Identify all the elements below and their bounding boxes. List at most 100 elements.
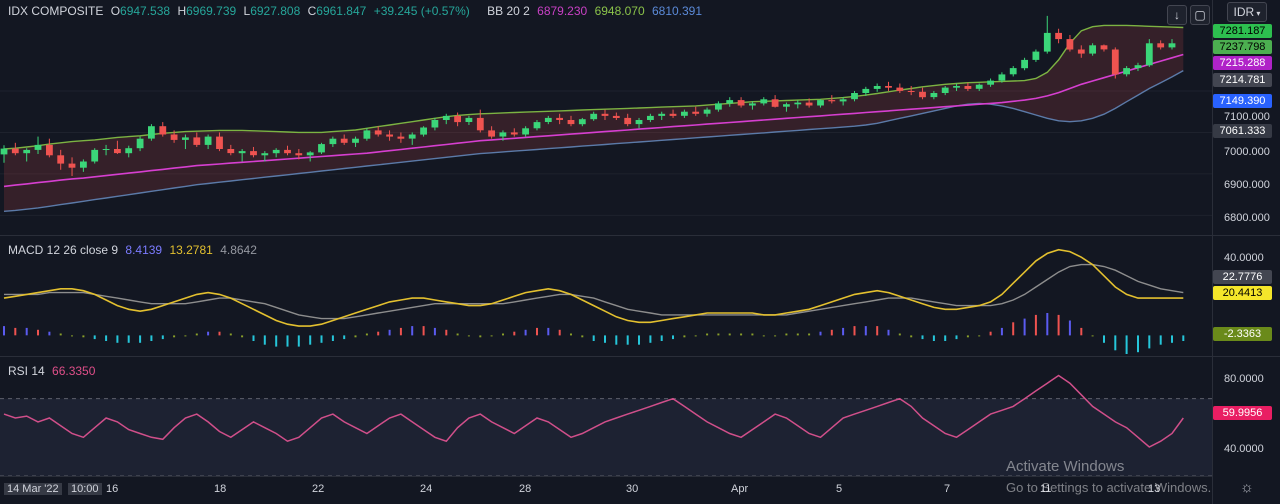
macd-label-macd: 20.4413 bbox=[1213, 286, 1272, 300]
candle-body bbox=[590, 113, 598, 120]
candle-body bbox=[896, 87, 904, 91]
macd-histogram-bar bbox=[161, 335, 164, 340]
macd-histogram-bar bbox=[955, 335, 958, 340]
time-label: 28 bbox=[519, 483, 532, 495]
candle-body bbox=[431, 120, 439, 128]
macd-histogram-bar bbox=[116, 335, 119, 343]
macd-histogram-bar bbox=[1159, 335, 1162, 345]
macd-histogram-bar bbox=[717, 333, 720, 336]
macd-histogram-bar bbox=[740, 333, 743, 336]
macd-histogram-bar bbox=[524, 329, 527, 336]
currency-selector[interactable]: IDR ▾ bbox=[1227, 2, 1267, 22]
candle-body bbox=[907, 91, 915, 92]
fullscreen-icon[interactable]: ▢ bbox=[1190, 5, 1210, 25]
candle-body bbox=[975, 84, 983, 89]
candle-body bbox=[261, 153, 269, 156]
candle-body bbox=[556, 117, 563, 120]
rsi-label[interactable]: RSI 14 bbox=[8, 364, 45, 378]
macd-histogram-bar bbox=[1034, 314, 1037, 336]
candle-body bbox=[1089, 45, 1096, 54]
macd-histogram-bar bbox=[320, 335, 323, 343]
macd-histogram-bar bbox=[706, 333, 709, 336]
macd-histogram-bar bbox=[513, 331, 516, 336]
macd-hist-value: 8.4139 bbox=[125, 243, 163, 257]
candle-body bbox=[839, 99, 847, 102]
candle-body bbox=[295, 153, 303, 156]
macd-histogram-bar bbox=[1137, 335, 1139, 353]
candle-body bbox=[737, 100, 745, 106]
macd-histogram-bar bbox=[456, 333, 459, 336]
macd-histogram-bar bbox=[864, 326, 867, 336]
time-label: 16 bbox=[106, 483, 119, 495]
price-label-bb-basis: 7215.288 bbox=[1213, 56, 1272, 70]
candle-body bbox=[930, 93, 938, 98]
candle-body bbox=[567, 120, 575, 125]
candle-body bbox=[170, 134, 178, 140]
price-pane bbox=[0, 0, 1212, 235]
candle-body bbox=[340, 138, 348, 143]
candle-body bbox=[658, 113, 666, 116]
candle-body bbox=[1043, 32, 1051, 52]
macd-histogram-bar bbox=[241, 335, 244, 338]
macd-histogram-bar bbox=[365, 333, 368, 336]
candle-body bbox=[454, 115, 461, 123]
macd-histogram-bar bbox=[558, 329, 561, 336]
candle-body bbox=[272, 149, 280, 154]
candle-body bbox=[1123, 68, 1130, 75]
macd-histogram-bar bbox=[275, 335, 278, 347]
candle-body bbox=[408, 134, 416, 139]
macd-label[interactable]: MACD 12 26 close 9 bbox=[8, 243, 118, 257]
macd-histogram-bar bbox=[502, 333, 504, 336]
price-tick: 6900.000 bbox=[1224, 179, 1270, 191]
macd-legend: MACD 12 26 close 9 8.4139 13.2781 4.8642 bbox=[8, 243, 261, 257]
macd-histogram-bar bbox=[944, 335, 947, 341]
macd-line-value: 13.2781 bbox=[169, 243, 213, 257]
bb-upper-value: 6948.070 bbox=[594, 4, 645, 18]
macd-histogram-bar bbox=[479, 335, 482, 338]
rsi-value: 66.3350 bbox=[52, 364, 96, 378]
candle-body bbox=[250, 151, 257, 156]
macd-histogram-bar bbox=[1080, 327, 1083, 336]
candle-body bbox=[182, 137, 189, 140]
candle-body bbox=[715, 103, 722, 110]
candle-body bbox=[578, 119, 586, 125]
time-label: 5 bbox=[836, 483, 843, 495]
candle-body bbox=[544, 117, 552, 122]
macd-histogram-bar bbox=[48, 331, 51, 336]
symbol-name[interactable]: IDX COMPOSITE bbox=[8, 4, 103, 18]
candle-body bbox=[363, 130, 371, 139]
candle-body bbox=[1009, 68, 1017, 75]
candle-body bbox=[533, 122, 541, 129]
settings-gear-icon[interactable]: ☼ bbox=[1240, 479, 1254, 496]
macd-histogram-bar bbox=[377, 331, 380, 336]
candle-body bbox=[749, 103, 756, 106]
macd-pane bbox=[3, 248, 1185, 354]
candle-body bbox=[953, 86, 960, 88]
bb-basis-value: 6879.230 bbox=[537, 4, 588, 18]
price-label-highlight: 7281.187 bbox=[1213, 24, 1272, 38]
macd-histogram-bar bbox=[615, 335, 618, 345]
macd-histogram-bar bbox=[422, 326, 425, 336]
candle-body bbox=[420, 127, 427, 135]
macd-histogram-bar bbox=[1182, 335, 1185, 341]
candle-body bbox=[397, 136, 405, 139]
macd-histogram-bar bbox=[796, 333, 799, 336]
download-arrow-icon[interactable]: ↓ bbox=[1167, 5, 1187, 25]
macd-histogram-bar bbox=[638, 335, 640, 345]
macd-histogram-bar bbox=[309, 335, 312, 345]
candle-body bbox=[148, 126, 155, 139]
macd-histogram-bar bbox=[876, 326, 879, 336]
candle-body bbox=[57, 155, 65, 164]
low-value: L6927.808 bbox=[243, 4, 301, 18]
bb-label[interactable]: BB 20 2 bbox=[487, 4, 530, 18]
macd-histogram-bar bbox=[910, 335, 913, 338]
candle-body bbox=[681, 111, 688, 116]
macd-tick: 40.0000 bbox=[1224, 252, 1264, 264]
candle-body bbox=[828, 100, 836, 102]
macd-histogram-bar bbox=[433, 327, 436, 336]
candle-body bbox=[329, 138, 337, 145]
macd-histogram-bar bbox=[297, 335, 300, 347]
macd-histogram-bar bbox=[399, 327, 402, 336]
macd-histogram-bar bbox=[592, 335, 595, 341]
macd-histogram-bar bbox=[252, 335, 255, 341]
